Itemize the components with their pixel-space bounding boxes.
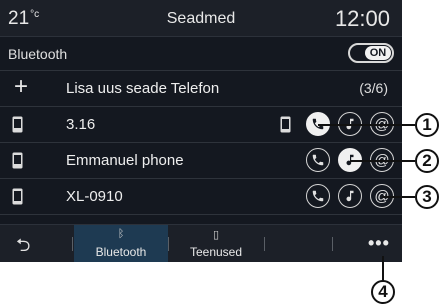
tab-label: Teenused	[189, 245, 243, 259]
device-row[interactable]: XL-0910 @	[0, 179, 402, 215]
device-name: XL-0910	[66, 188, 123, 205]
bluetooth-row: Bluetooth ON	[0, 37, 402, 71]
phone-icon	[12, 116, 23, 133]
callout-3: 3	[415, 185, 439, 209]
callout-1: 1	[415, 113, 439, 137]
device-name: 3.16	[66, 116, 96, 133]
tab-bluetooth[interactable]: ᛒ Bluetooth	[74, 225, 168, 262]
callout-4: 4	[371, 280, 395, 304]
divider	[72, 237, 73, 251]
music-service-icon[interactable]	[338, 184, 362, 208]
phone-icon	[12, 152, 23, 169]
clock: 12:00	[334, 6, 390, 31]
callout-line-1	[318, 124, 415, 126]
bluetooth-toggle[interactable]: ON	[348, 43, 394, 63]
callout-line-3	[382, 196, 415, 198]
bottom-tab-bar: ⮌ ᛒ Bluetooth ▯ Teenused •••	[0, 224, 402, 262]
add-device-row[interactable]: + Lisa uus seade Telefon (3/6)	[0, 71, 402, 107]
phone-icon: ▯	[212, 229, 220, 241]
device-count: (3/6)	[359, 80, 388, 96]
divider	[264, 237, 265, 251]
bluetooth-icon: ᛒ	[117, 228, 125, 240]
bluetooth-label: Bluetooth	[8, 46, 68, 62]
callout-line-2	[350, 160, 415, 162]
more-options-icon[interactable]: •••	[368, 233, 390, 254]
back-icon[interactable]: ⮌	[16, 233, 30, 262]
phone-service-icon[interactable]	[306, 148, 330, 172]
add-device-label: Lisa uus seade Telefon	[66, 80, 220, 97]
header-bar: 21°c Seadmed 12:00	[0, 0, 402, 37]
divider	[168, 237, 169, 251]
toggle-state: ON	[365, 46, 391, 60]
tab-teenused[interactable]: ▯ Teenused	[170, 225, 262, 262]
device-screen: 21°c Seadmed 12:00 Bluetooth ON + Lisa u…	[0, 0, 402, 262]
connected-phone-icon	[280, 116, 291, 133]
device-row[interactable]: Emmanuel phone @	[0, 143, 402, 179]
callout-line-4	[382, 256, 384, 281]
plus-icon: +	[14, 73, 29, 100]
callout-2: 2	[415, 149, 439, 173]
device-name: Emmanuel phone	[66, 152, 184, 169]
phone-icon	[12, 188, 23, 205]
tab-label: Bluetooth	[95, 245, 147, 259]
phone-service-icon[interactable]	[306, 184, 330, 208]
divider	[332, 237, 333, 251]
